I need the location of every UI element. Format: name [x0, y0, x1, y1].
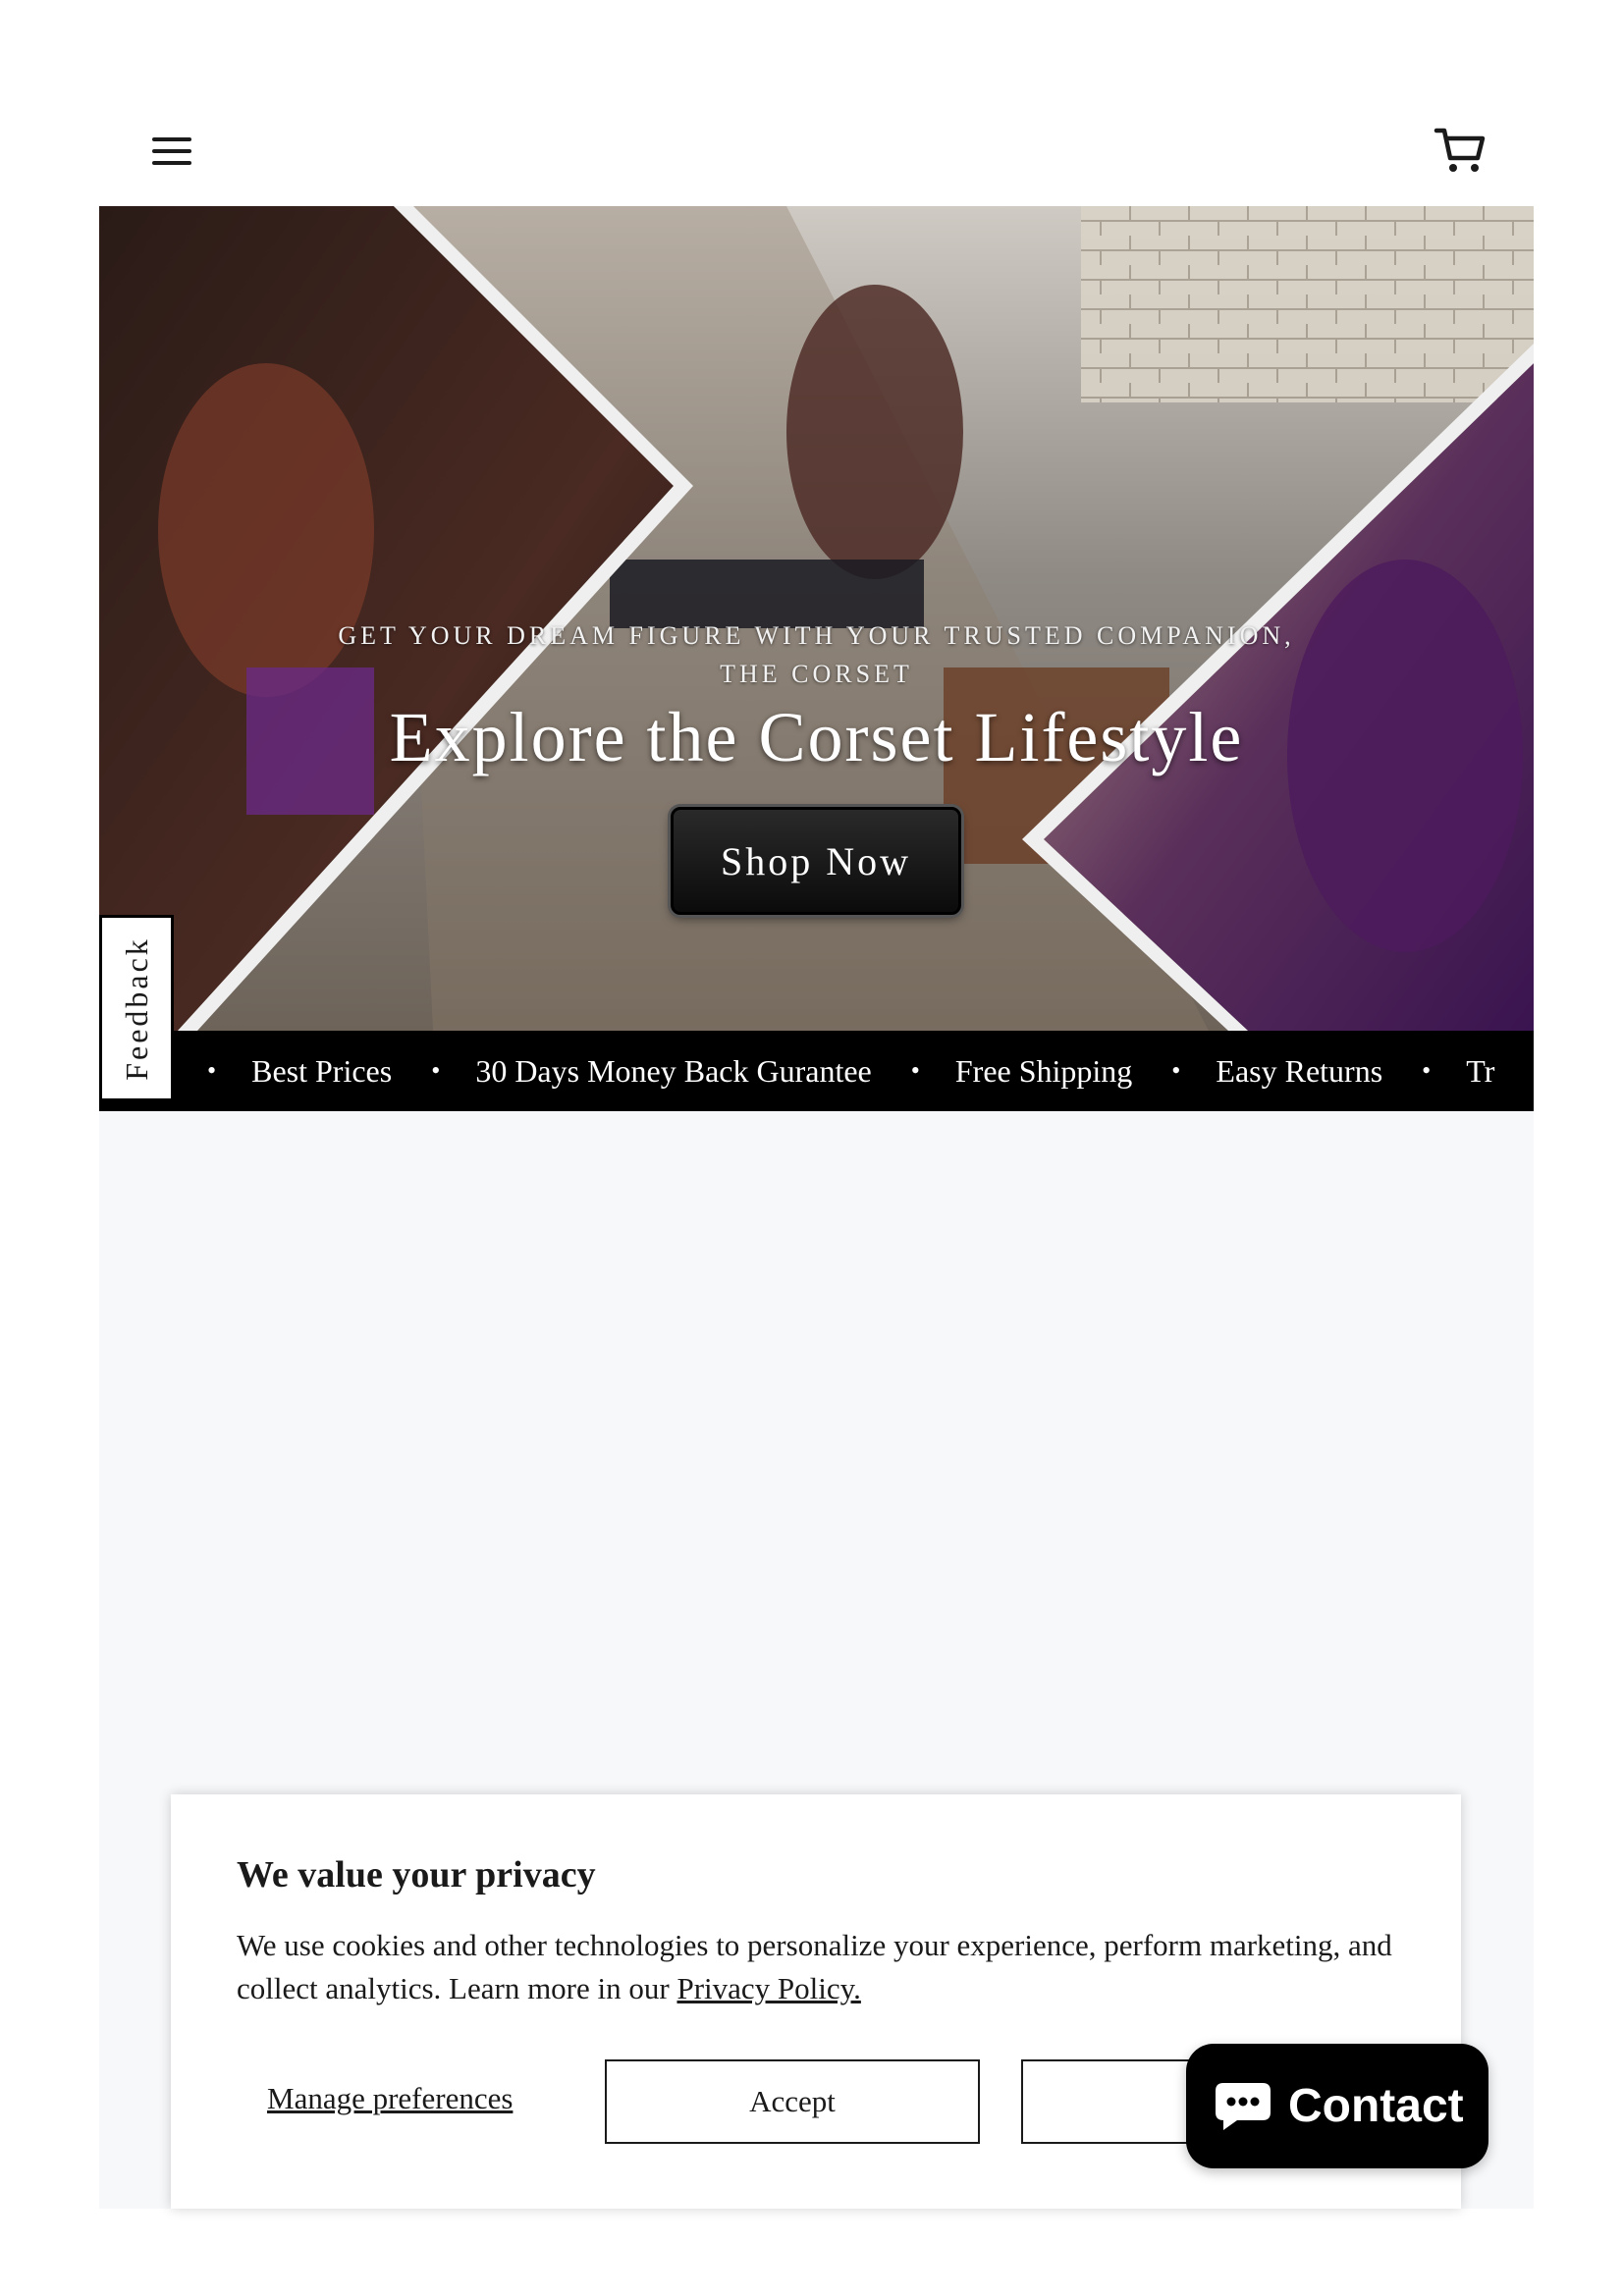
cookie-body: We use cookies and other technologies to… [237, 1924, 1395, 2010]
site-header [99, 0, 1534, 206]
hero-banner: GET YOUR DREAM FIGURE WITH YOUR TRUSTED … [99, 206, 1534, 1031]
ticker-item-label: Easy Returns [1216, 1052, 1383, 1089]
hamburger-menu-icon[interactable] [148, 128, 197, 177]
cookie-title: We value your privacy [237, 1854, 596, 1896]
manage-preferences-link[interactable]: Manage preferences [267, 2081, 513, 2116]
ticker-item: • Best Prices [207, 1053, 431, 1090]
hero-subtitle: GET YOUR DREAM FIGURE WITH YOUR TRUSTED … [99, 616, 1534, 693]
shop-now-button[interactable]: Shop Now [671, 807, 961, 915]
hero-subtitle-line1: GET YOUR DREAM FIGURE WITH YOUR TRUSTED … [338, 621, 1295, 650]
feedback-tab[interactable]: Feedback [99, 915, 174, 1101]
ticker-item-label: Free Shipping [954, 1052, 1133, 1089]
ticker-item: • Tr [1422, 1053, 1534, 1090]
privacy-policy-link[interactable]: Privacy Policy. [676, 1971, 860, 2005]
shopping-cart-icon[interactable] [1433, 123, 1488, 178]
ticker-track: • Best Prices • 30 Days Money Back Guran… [207, 1031, 1534, 1111]
ticker-item-label: 30 Days Money Back Gurantee [475, 1052, 872, 1089]
feedback-label: Feedback [118, 935, 154, 1081]
ticker-item: • Free Shipping [911, 1053, 1172, 1090]
hero-title: Explore the Corset Lifestyle [389, 698, 1244, 776]
ticker-item-label: Tr [1466, 1052, 1495, 1089]
ticker-item-label: Best Prices [251, 1052, 393, 1089]
bullet-icon: • [207, 1056, 217, 1085]
bullet-icon: • [1171, 1056, 1181, 1085]
bullet-icon: • [1422, 1056, 1432, 1085]
accept-button[interactable]: Accept [605, 2059, 980, 2144]
ticker-item: • Easy Returns [1171, 1053, 1422, 1090]
ticker-item: • 30 Days Money Back Gurantee [431, 1053, 911, 1090]
bullet-icon: • [910, 1056, 920, 1085]
announcement-ticker: • Best Prices • 30 Days Money Back Guran… [99, 1031, 1534, 1111]
contact-label: Contact [1288, 2080, 1464, 2132]
hero-subtitle-line2: THE CORSET [720, 660, 913, 688]
contact-chat-button[interactable]: Contact [1186, 2044, 1488, 2168]
bullet-icon: • [431, 1056, 441, 1085]
chat-bubble-icon [1216, 2082, 1271, 2130]
